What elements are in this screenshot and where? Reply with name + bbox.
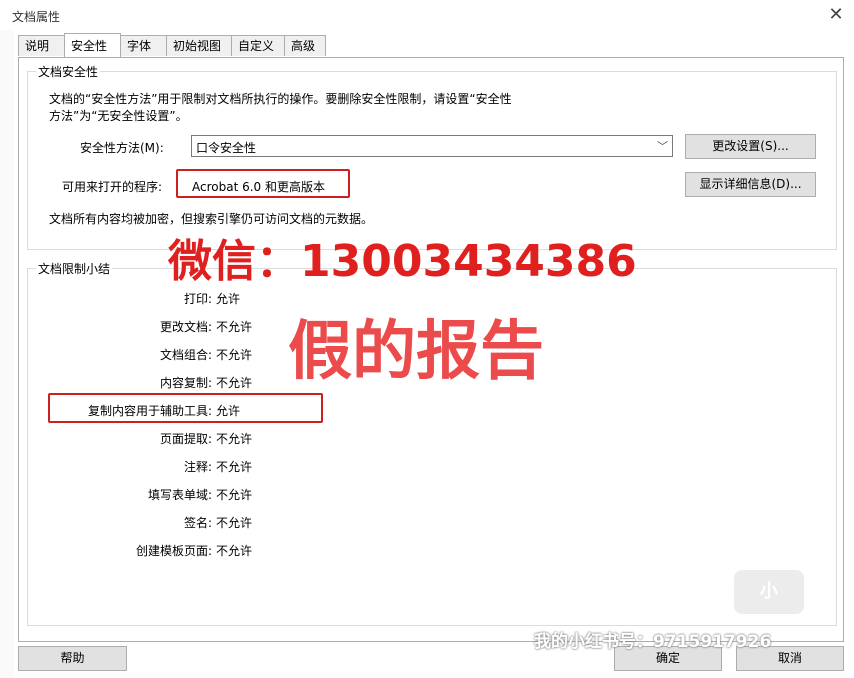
tab-custom[interactable]: 自定义 (231, 35, 285, 56)
restriction-value-change-document: 不允许 (216, 320, 253, 334)
xiaohongshu-watermark: 我的小红书号：9715917926 (534, 632, 772, 652)
wechat-watermark: 微信：13003434386 (168, 236, 637, 287)
document-properties-dialog: 文档属性 ✕ 说明 安全性 字体 初始视图 自定义 高级 文档安全性 文档的“安… (0, 0, 854, 678)
document-security-group-title: 文档安全性 (36, 63, 101, 80)
security-description-line2: 方法”为“无安全性设置”。 (49, 109, 188, 123)
tab-initial-view[interactable]: 初始视图 (166, 35, 232, 56)
restriction-label-page-extraction: 页面提取: (159, 432, 212, 446)
document-security-group: 文档安全性 文档的“安全性方法”用于限制对文档所执行的操作。要删除安全性限制，请… (27, 63, 837, 250)
restriction-value-page-extraction: 不允许 (216, 432, 253, 446)
tab-security[interactable]: 安全性 (64, 33, 121, 57)
restriction-label-template-creation: 创建模板页面: (135, 544, 212, 558)
restriction-label-print: 打印: (183, 292, 212, 306)
security-description-line1: 文档的“安全性方法”用于限制对文档所执行的操作。要删除安全性限制，请设置“安全性 (49, 92, 512, 106)
restriction-label-change-document: 更改文档: (159, 320, 212, 334)
chevron-down-icon: ﹀ (657, 140, 668, 153)
restriction-label-content-copying: 内容复制: (159, 376, 212, 390)
restriction-value-print: 允许 (216, 292, 241, 306)
restrictions-group-title: 文档限制小结 (36, 260, 113, 277)
restriction-value-signing: 不允许 (216, 516, 253, 530)
tab-fonts[interactable]: 字体 (120, 35, 167, 56)
title-bar: 文档属性 ✕ (0, 0, 854, 30)
fake-report-watermark: 假的报告 (288, 315, 544, 389)
left-background-edge (0, 30, 14, 678)
show-details-button[interactable]: 显示详细信息(D)... (685, 172, 816, 197)
change-settings-button[interactable]: 更改设置(S)... (685, 134, 816, 159)
restriction-value-commenting: 不允许 (216, 460, 253, 474)
help-button[interactable]: 帮助 (18, 646, 127, 671)
window-title: 文档属性 (12, 10, 61, 24)
tab-advanced[interactable]: 高级 (284, 35, 326, 56)
xiaohongshu-logo-icon: 小 (734, 570, 804, 614)
restriction-value-form-filling: 不允许 (216, 488, 253, 502)
security-method-select[interactable]: 口令安全性 ﹀ (191, 135, 673, 157)
restriction-label-form-filling: 填写表单域: (147, 488, 212, 502)
annotation-box-acrobat (176, 169, 350, 198)
security-method-value: 口令安全性 (196, 141, 257, 155)
restriction-label-signing: 签名: (183, 516, 212, 530)
open-with-label: 可用来打开的程序: (62, 180, 163, 194)
restriction-label-document-assembly: 文档组合: (159, 348, 212, 362)
restriction-value-template-creation: 不允许 (216, 544, 253, 558)
security-method-label: 安全性方法(M): (80, 141, 164, 155)
restriction-value-content-copying: 不允许 (216, 376, 253, 390)
restriction-value-document-assembly: 不允许 (216, 348, 253, 362)
annotation-box-accessibility (48, 393, 323, 423)
close-icon[interactable]: ✕ (818, 0, 854, 30)
restriction-label-commenting: 注释: (183, 460, 212, 474)
tab-description[interactable]: 说明 (18, 35, 65, 56)
